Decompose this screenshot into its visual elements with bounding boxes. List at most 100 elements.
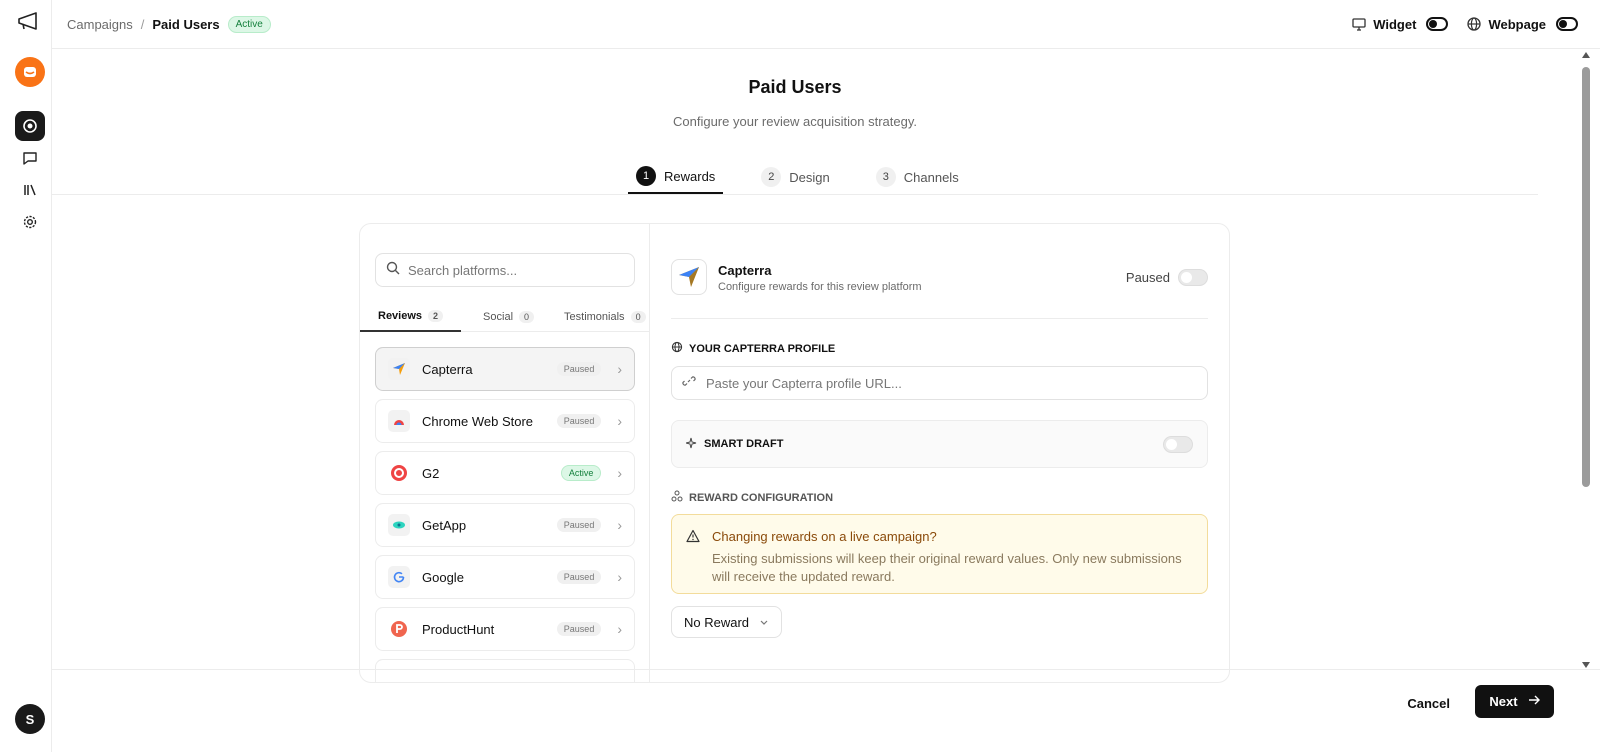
scrollbar-thumb[interactable] (1582, 67, 1590, 487)
reward-config-label: REWARD CONFIGURATION (671, 490, 833, 505)
search-icon (386, 261, 400, 280)
chevron-right-icon: › (617, 517, 622, 533)
tab-social[interactable]: Social 0 (461, 302, 535, 332)
chevron-right-icon: › (617, 569, 622, 585)
reward-select-value: No Reward (684, 614, 750, 630)
next-button[interactable]: Next (1475, 685, 1554, 718)
g2-logo-icon (388, 462, 410, 484)
platform-name: Chrome Web Store (422, 413, 534, 429)
platform-name: Capterra (422, 361, 473, 377)
detail-status-label: Paused (1125, 270, 1170, 285)
scroll-up-arrow-icon[interactable] (1582, 52, 1590, 58)
platform-item-capterra[interactable]: Capterra Paused › (375, 347, 635, 391)
brand-icon[interactable] (15, 57, 45, 87)
tab-channels[interactable]: 3 Channels (868, 160, 967, 194)
platform-list-panel: Reviews 2 Social 0 Testimonials 0 Capter… (360, 224, 650, 682)
tab-count: 0 (519, 311, 535, 323)
smart-draft-text: SMART DRAFT (704, 438, 784, 450)
capterra-logo-icon (388, 358, 410, 380)
platform-item-chrome-web-store[interactable]: Chrome Web Store Paused › (375, 399, 635, 443)
tab-count: 0 (630, 311, 646, 323)
scroll-down-arrow-icon[interactable] (1582, 662, 1590, 668)
tab-testimonials[interactable]: Testimonials 0 (534, 302, 646, 332)
divider (52, 194, 1538, 195)
platform-status-badge: Active (560, 465, 602, 481)
arrow-right-icon (1528, 694, 1540, 709)
detail-platform-description: Configure rewards for this review platfo… (718, 281, 922, 293)
warning-title: Changing rewards on a live campaign? (712, 529, 937, 544)
platform-status-badge: Paused (556, 518, 602, 532)
getapp-logo-icon (388, 514, 410, 536)
webpage-toggle[interactable] (1556, 17, 1578, 31)
chrome-web-store-logo-icon (388, 410, 410, 432)
step-label: Design (789, 169, 830, 185)
widget-toggle[interactable] (1426, 17, 1449, 31)
platform-item-google[interactable]: Google Paused › (375, 555, 635, 599)
chevron-right-icon: › (617, 621, 622, 637)
platform-name: GetApp (422, 517, 467, 533)
platform-detail-panel: Capterra Configure rewards for this revi… (671, 224, 1208, 682)
platform-tabs: Reviews 2 Social 0 Testimonials 0 (360, 302, 650, 332)
breadcrumb-current: Paid Users (152, 16, 220, 32)
footer: Cancel Next (52, 669, 1600, 752)
page-subtitle: Configure your review acquisition strate… (673, 114, 917, 129)
detail-header: Capterra Configure rewards for this revi… (671, 259, 1208, 319)
step-number: 1 (636, 166, 656, 186)
reward-config-text: REWARD CONFIGURATION (689, 491, 834, 504)
warning-icon (686, 529, 700, 548)
producthunt-logo-icon (388, 618, 410, 640)
chevron-down-icon (759, 615, 769, 630)
status-badge: Active (227, 15, 271, 33)
reward-select[interactable]: No Reward (671, 606, 783, 638)
platform-item-g2[interactable]: G2 Active › (375, 451, 635, 495)
platform-status-badge: Paused (556, 362, 602, 376)
platform-status-toggle[interactable] (1178, 269, 1208, 286)
profile-section-label: YOUR CAPTERRA PROFILE (671, 341, 835, 356)
search-box (375, 253, 635, 287)
reward-config-icon (671, 490, 683, 505)
search-input[interactable] (408, 262, 618, 278)
capterra-logo-icon (671, 259, 707, 295)
scrollbar[interactable] (1580, 52, 1592, 668)
monitor-icon (1351, 16, 1367, 32)
step-label: Rewards (664, 168, 716, 184)
globe-icon (671, 341, 683, 356)
widget-label: Widget (1373, 16, 1417, 32)
megaphone-icon[interactable] (17, 10, 43, 36)
tab-rewards[interactable]: 1 Rewards (628, 160, 724, 194)
smart-draft-toggle[interactable] (1163, 435, 1193, 453)
page-title: Paid Users (748, 77, 842, 97)
tab-label: Reviews (378, 310, 423, 322)
platform-status-badge: Paused (556, 570, 602, 584)
profile-label-text: YOUR CAPTERRA PROFILE (689, 342, 836, 355)
profile-url-box (671, 366, 1208, 400)
warning-body: Existing submissions will keep their ori… (712, 551, 1182, 584)
platform-item-producthunt[interactable]: ProductHunt Paused › (375, 607, 635, 651)
tab-reviews[interactable]: Reviews 2 (360, 302, 462, 332)
step-tabs: 1 Rewards 2 Design 3 Channels (628, 160, 997, 194)
platform-name: G2 (422, 465, 440, 481)
chevron-right-icon: › (617, 361, 622, 377)
settings-icon[interactable] (15, 207, 45, 237)
tab-label: Testimonials (564, 311, 625, 323)
target-icon[interactable] (15, 111, 45, 141)
message-icon[interactable] (15, 143, 45, 173)
step-label: Channels (903, 169, 959, 185)
profile-url-input[interactable] (706, 375, 1186, 391)
library-icon[interactable] (15, 175, 45, 205)
tab-label: Social (483, 311, 514, 323)
step-number: 2 (761, 167, 782, 187)
tab-design[interactable]: 2 Design (753, 160, 837, 194)
breadcrumb-campaigns[interactable]: Campaigns (67, 17, 133, 32)
top-header: Campaigns / Paid Users Active Widget Web… (52, 0, 1600, 49)
google-logo-icon (388, 566, 410, 588)
avatar[interactable]: S (15, 704, 45, 734)
smart-draft-label: SMART DRAFT (685, 437, 1163, 452)
platform-item-getapp[interactable]: GetApp Paused › (375, 503, 635, 547)
sidebar: S (8, 0, 52, 752)
cancel-button[interactable]: Cancel (1397, 687, 1460, 719)
platform-list: Capterra Paused › Chrome Web Store Pause… (375, 347, 635, 682)
next-button-label: Next (1489, 694, 1518, 709)
breadcrumb-separator: / (140, 16, 145, 32)
smart-draft-row: SMART DRAFT (671, 420, 1208, 468)
